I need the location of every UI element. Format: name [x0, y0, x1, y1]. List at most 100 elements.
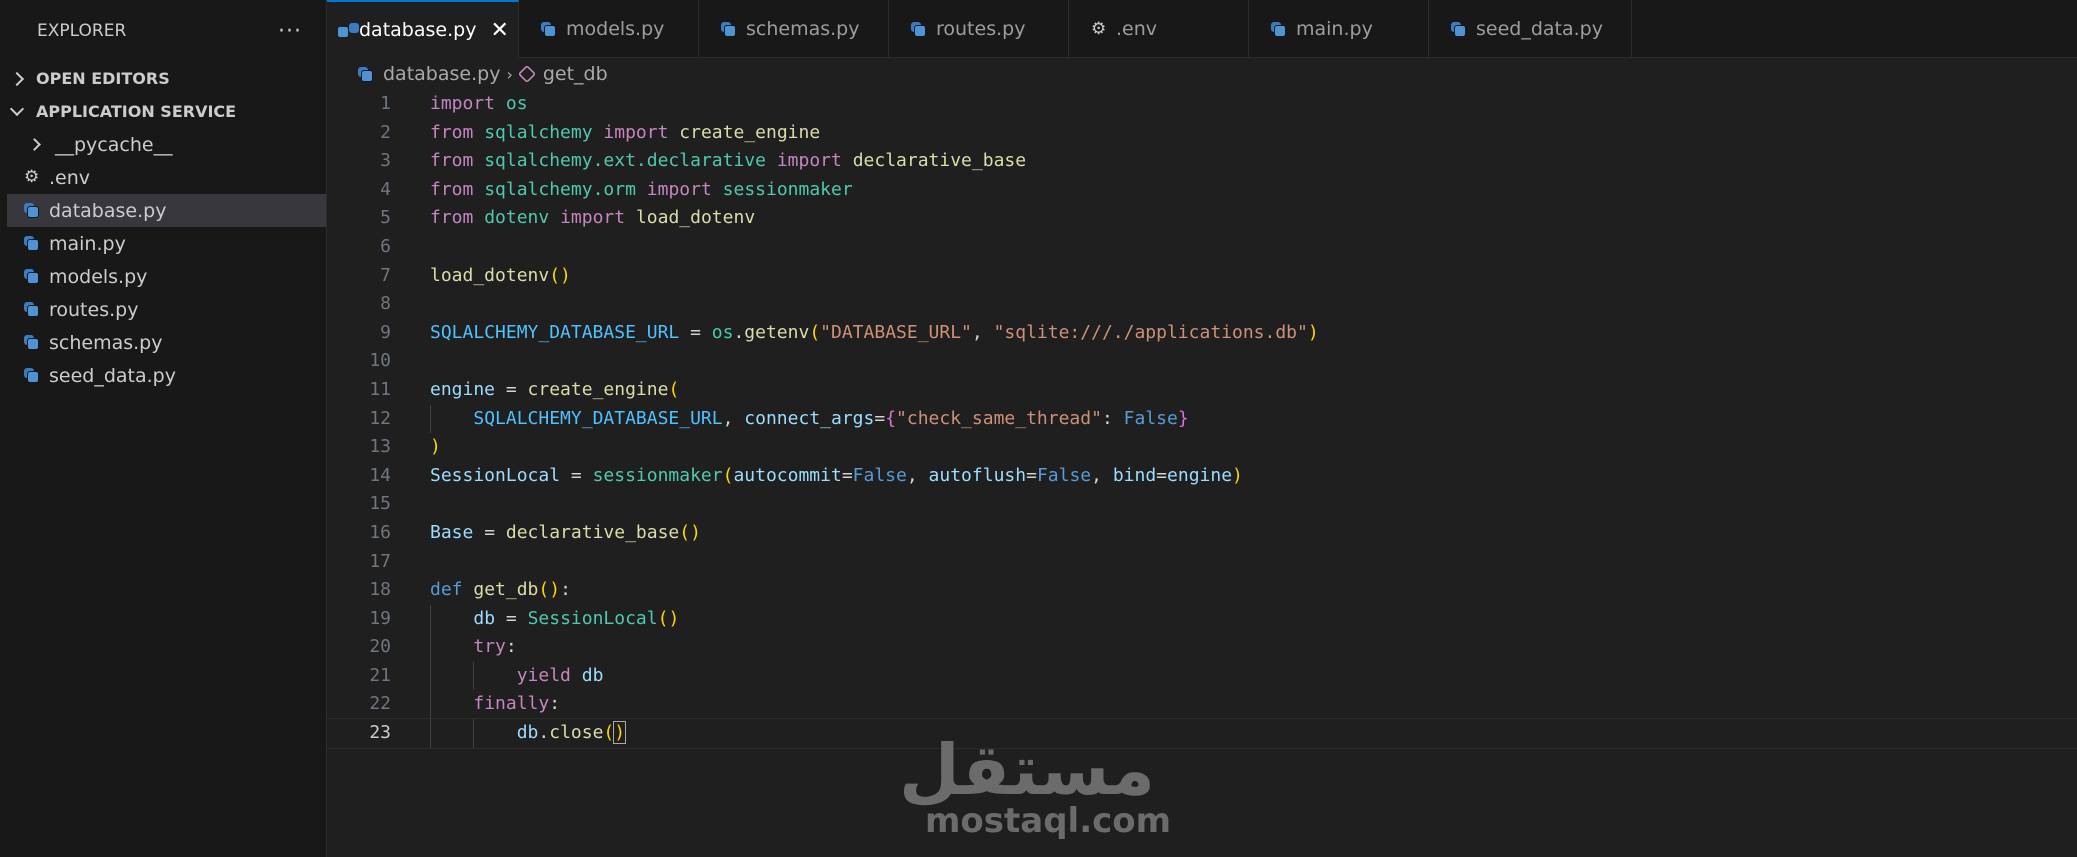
code-token: create_engine — [527, 378, 669, 400]
project-section[interactable]: APPLICATION SERVICE — [0, 95, 326, 128]
code-line[interactable]: 3 from sqlalchemy.ext.declarative import … — [327, 147, 2077, 176]
code-line[interactable]: 9 SQLALCHEMY_DATABASE_URL = os.getenv("DA… — [327, 319, 2077, 348]
tree-item-database[interactable]: database.py — [7, 194, 326, 227]
code-line[interactable]: 16 Base = declarative_base() — [327, 519, 2077, 548]
code-token: engine — [1167, 464, 1233, 486]
line-number: 14 — [369, 464, 391, 486]
tree-item-pycache[interactable]: __pycache__ — [0, 128, 326, 161]
line-number: 8 — [380, 293, 391, 315]
code-line[interactable]: 4 from sqlalchemy.orm import sessionmaker — [327, 176, 2077, 205]
code-line[interactable]: 18 def get_db(): — [327, 576, 2077, 605]
code-line[interactable]: 6 — [327, 233, 2077, 262]
code-token: finally — [473, 693, 550, 715]
code-text: Base = declarative_base() — [430, 519, 701, 548]
code-token: = — [1156, 464, 1168, 486]
tree-item-routes[interactable]: routes.py — [0, 293, 326, 326]
code-line[interactable]: 12 SQLALCHEMY_DATABASE_URL, connect_args… — [327, 404, 2077, 434]
code-token: ) — [430, 436, 441, 458]
code-token: declarative_base — [852, 150, 1027, 172]
tab-label: seed_data.py — [1476, 18, 1603, 40]
code-line[interactable]: 7 load_dotenv() — [327, 262, 2077, 291]
code-editor[interactable]: 1 import os 2 from sqlalchemy import create… — [326, 90, 2077, 750]
code-line[interactable]: 17 — [327, 548, 2077, 577]
line-number: 23 — [369, 722, 391, 744]
tree-item-seed-data[interactable]: seed_data.py — [0, 359, 326, 392]
line-number: 22 — [369, 693, 391, 715]
code-line[interactable]: 11 engine = create_engine( — [327, 376, 2077, 405]
tab-env[interactable]: ⚙ .env — [1069, 0, 1249, 58]
close-icon[interactable]: ✕ — [490, 18, 508, 43]
code-line[interactable]: 13) — [327, 433, 2077, 462]
code-line[interactable]: 8 — [327, 290, 2077, 319]
code-token: False — [1036, 464, 1092, 486]
more-actions-icon[interactable]: ··· — [278, 19, 302, 44]
python-icon — [358, 66, 373, 82]
tab-models[interactable]: models.py — [519, 0, 699, 58]
chevron-right-icon — [9, 71, 25, 86]
indent-guide — [430, 690, 431, 720]
code-token: ( — [603, 722, 615, 744]
explorer-sidebar: EXPLORER ··· OPEN EDITORS APPLICATION SE… — [0, 0, 327, 857]
editor-tab-bar: database.py ✕ models.py schemas.py route… — [327, 0, 2077, 58]
code-token: SessionLocal — [430, 464, 561, 486]
line-number: 16 — [369, 521, 391, 543]
watermark-latin: mostaql.com — [925, 801, 1172, 841]
code-token: getenv — [744, 321, 810, 343]
code-line[interactable]: 10 — [327, 347, 2077, 376]
code-token: () — [538, 579, 561, 601]
tree-item-schemas[interactable]: schemas.py — [0, 326, 326, 359]
open-editors-section[interactable]: OPEN EDITORS — [0, 62, 326, 95]
code-line[interactable]: 20 try: — [327, 633, 2077, 662]
line-number: 2 — [380, 121, 391, 143]
code-token: . — [538, 722, 550, 744]
line-number: 9 — [380, 321, 391, 343]
tab-label: models.py — [566, 18, 665, 40]
code-token: from — [430, 207, 474, 229]
code-line[interactable]: 5 from dotenv import load_dotenv — [327, 204, 2077, 233]
tree-item-main[interactable]: main.py — [0, 227, 326, 260]
code-token: import — [430, 93, 496, 114]
code-text: SQLALCHEMY_DATABASE_URL = os.getenv("DAT… — [430, 319, 1319, 348]
breadcrumb-file[interactable]: database.py — [383, 63, 500, 85]
tab-database[interactable]: database.py ✕ — [327, 0, 519, 58]
line-number: 15 — [369, 493, 391, 515]
tree-item-env[interactable]: ⚙ .env — [0, 161, 326, 194]
code-text: SQLALCHEMY_DATABASE_URL, connect_args={"… — [430, 405, 1189, 434]
tree-item-label: schemas.py — [49, 331, 163, 354]
code-line[interactable]: 23 db.close() — [326, 718, 2077, 749]
code-token: , — [722, 407, 745, 429]
code-line[interactable]: 1 import os — [327, 90, 2077, 119]
tree-item-models[interactable]: models.py — [0, 260, 326, 293]
code-line[interactable]: 15 — [327, 490, 2077, 519]
code-token: { — [885, 407, 897, 429]
breadcrumb-symbol[interactable]: get_db — [543, 63, 608, 85]
code-token: SQLALCHEMY_DATABASE_URL — [473, 407, 723, 429]
code-text: def get_db(): — [430, 576, 571, 605]
tab-seed-data[interactable]: seed_data.py — [1429, 0, 1632, 58]
code-token: } — [1177, 407, 1189, 429]
tree-item-label: main.py — [49, 232, 126, 255]
code-line[interactable]: 19 db = SessionLocal() — [327, 604, 2077, 634]
code-line[interactable]: 2 from sqlalchemy import create_engine — [327, 119, 2077, 148]
tab-schemas[interactable]: schemas.py — [699, 0, 889, 58]
code-token: autoflush — [928, 464, 1027, 486]
code-line[interactable]: 21 yield db — [327, 661, 2077, 691]
tab-routes[interactable]: routes.py — [889, 0, 1069, 58]
python-icon — [911, 21, 926, 37]
code-line[interactable]: 22 finally: — [327, 690, 2077, 720]
code-line[interactable]: 14 SessionLocal = sessionmaker(autocommit… — [327, 462, 2077, 491]
code-token: = — [1026, 464, 1037, 486]
code-token: = — [495, 607, 528, 629]
python-icon — [541, 21, 556, 37]
code-token: sqlalchemy.ext.declarative — [484, 150, 766, 172]
python-icon — [24, 335, 39, 350]
tab-label: database.py — [359, 19, 477, 41]
explorer-title: EXPLORER — [37, 21, 127, 41]
tab-main[interactable]: main.py — [1249, 0, 1429, 58]
tab-label: routes.py — [936, 18, 1026, 40]
python-icon — [1271, 21, 1286, 37]
